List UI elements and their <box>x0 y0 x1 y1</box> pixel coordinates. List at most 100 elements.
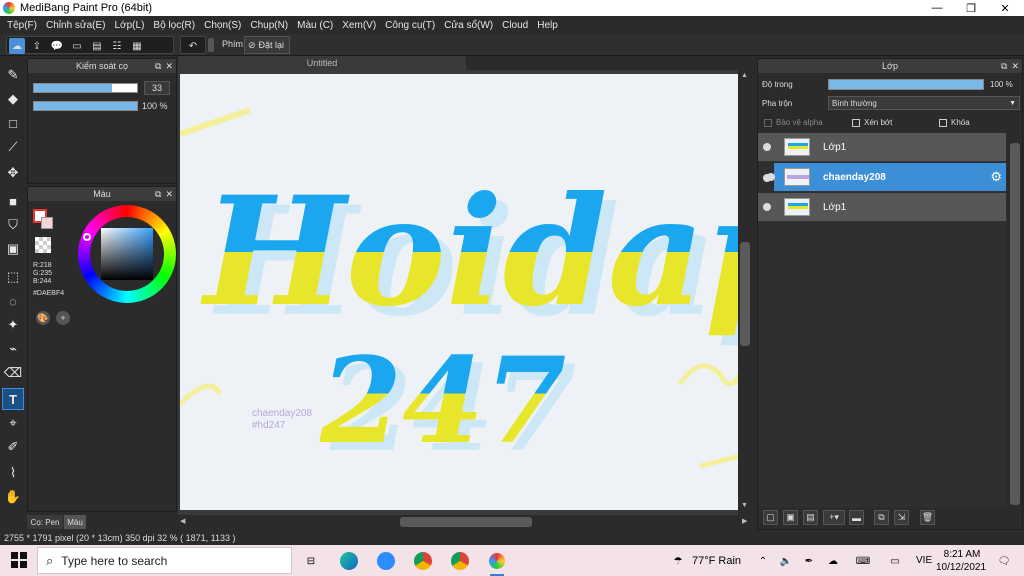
notification-icon[interactable]: 🗨 <box>993 550 1015 572</box>
menu-file[interactable]: Tệp(F) <box>4 20 43 31</box>
eye-icon[interactable] <box>763 143 771 151</box>
volume-icon[interactable]: 🔈 <box>775 550 797 572</box>
text-tool-icon[interactable]: T <box>2 388 24 410</box>
comment-icon[interactable]: 💬 <box>49 38 65 54</box>
scroll-left-icon[interactable]: ◀ <box>180 517 185 525</box>
vertical-scrollbar[interactable]: ▲ ▼ <box>738 70 752 516</box>
bucket-tool-icon[interactable]: ⛉ <box>2 214 24 236</box>
menu-edit[interactable]: Chỉnh sửa(E) <box>43 20 112 31</box>
message-icon[interactable]: ▭ <box>69 38 85 54</box>
folder-icon[interactable]: ▬ <box>849 510 864 525</box>
eraser-tool-icon[interactable]: ◆ <box>2 88 24 110</box>
select-pen-tool-icon[interactable]: ⌁ <box>2 338 24 360</box>
fill-rect-tool-icon[interactable]: ■ <box>2 190 24 212</box>
lock-checkbox[interactable] <box>939 119 947 127</box>
duplicate-layer-icon[interactable]: ⧉ <box>874 510 889 525</box>
share-icon[interactable]: ⇪ <box>29 38 45 54</box>
layer-opacity-slider[interactable] <box>828 79 984 90</box>
lasso-tool-icon[interactable]: ◌ <box>2 290 24 312</box>
protect-alpha-checkbox[interactable] <box>764 119 772 127</box>
move-tool-icon[interactable]: ✥ <box>2 162 24 184</box>
palette-add-icon[interactable]: + <box>56 311 70 325</box>
close-panel-icon[interactable]: ✕ <box>1011 61 1019 72</box>
document-tab[interactable]: Untitled <box>178 56 466 70</box>
eye-icon[interactable] <box>763 203 771 211</box>
pen-icon[interactable]: ✒ <box>798 550 820 572</box>
merge-layer-icon[interactable]: ⇲ <box>894 510 909 525</box>
close-panel-icon[interactable]: ✕ <box>165 61 173 72</box>
menu-snap[interactable]: Chụp(N) <box>247 20 294 31</box>
menu-filter[interactable]: Bộ lọc(R) <box>150 20 201 31</box>
gradient-tool-icon[interactable]: ▣ <box>2 238 24 260</box>
brush-tool-icon[interactable]: ✎ <box>2 64 24 86</box>
list-icon[interactable]: ☷ <box>109 38 125 54</box>
saturation-value-square[interactable] <box>101 228 153 280</box>
layer-row-selected[interactable]: chaenday208 ⚙ <box>767 163 1006 192</box>
artwork-canvas[interactable]: Hoidap Hoidap 247 247 chaenday208 #hd247 <box>180 74 740 510</box>
minimize-button[interactable]: — <box>920 0 954 16</box>
close-panel-icon[interactable]: ✕ <box>165 189 173 200</box>
divide-tool-icon[interactable]: ⌖ <box>2 412 24 434</box>
input-language[interactable]: VIE <box>916 555 932 566</box>
medibang-app-icon[interactable] <box>486 550 508 572</box>
horizontal-scrollbar[interactable]: ◀ ▶ <box>178 515 752 529</box>
menu-tools[interactable]: Công cụ(T) <box>382 20 441 31</box>
layer-row[interactable]: Lớp1 <box>758 193 1006 222</box>
brush-opacity-slider[interactable] <box>33 101 138 111</box>
layer-list-scrollbar[interactable] <box>1008 135 1022 507</box>
transparent-swatch[interactable] <box>35 237 51 253</box>
keyboard-icon[interactable]: ⌨ <box>852 550 874 572</box>
clock-date[interactable]: 10/12/2021 <box>935 562 987 573</box>
brush-size-slider[interactable] <box>33 83 138 93</box>
menu-view[interactable]: Xem(V) <box>339 20 382 31</box>
menu-help[interactable]: Help <box>534 20 564 31</box>
cloud-icon[interactable]: ☁ <box>9 38 25 54</box>
menu-select[interactable]: Chọn(S) <box>201 20 247 31</box>
chrome-browser-icon[interactable] <box>412 550 434 572</box>
edge-browser-icon[interactable] <box>338 550 360 572</box>
background-color-swatch[interactable] <box>41 217 53 229</box>
new-halftone-layer-icon[interactable]: ▣ <box>783 510 798 525</box>
vertical-scroll-thumb[interactable] <box>740 242 750 346</box>
weather-text[interactable]: 77°F Rain <box>692 555 741 567</box>
grid-icon[interactable]: ▦ <box>129 38 145 54</box>
menu-layer[interactable]: Lớp(L) <box>112 20 151 31</box>
menu-window[interactable]: Cửa sổ(W) <box>441 20 499 31</box>
clipping-checkbox[interactable] <box>852 119 860 127</box>
brush-size-value[interactable]: 33 <box>144 81 170 95</box>
layer-scroll-thumb[interactable] <box>1010 143 1020 505</box>
tab-color[interactable]: Màu <box>64 515 86 529</box>
new-layer-icon[interactable]: ▢ <box>763 510 778 525</box>
display-icon[interactable]: ▭ <box>884 550 906 572</box>
popout-icon[interactable]: ⧉ <box>1001 61 1007 72</box>
blur-tool-icon[interactable]: ✐ <box>2 436 24 458</box>
new-8bit-layer-icon[interactable]: ▤ <box>803 510 818 525</box>
toolbar-handle[interactable] <box>208 38 214 52</box>
add-layer-menu-icon[interactable]: +▾ <box>823 510 845 525</box>
close-button[interactable]: ✕ <box>988 0 1022 16</box>
chevron-up-icon[interactable]: ⌃ <box>752 550 774 572</box>
clock-time[interactable]: 8:21 AM <box>942 549 982 560</box>
menu-cloud[interactable]: Cloud <box>499 20 534 31</box>
scroll-down-icon[interactable]: ▼ <box>741 502 748 509</box>
canvas-area[interactable]: Hoidap Hoidap 247 247 chaenday208 #hd247 <box>178 70 752 516</box>
hand-tool-icon[interactable]: ✋ <box>2 486 24 508</box>
tab-brush[interactable]: Cọ: Pen <box>27 515 63 529</box>
page-icon[interactable]: ▤ <box>89 38 105 54</box>
palette-icon[interactable]: 🎨 <box>36 311 50 325</box>
chrome-profile-icon[interactable] <box>449 550 471 572</box>
shape-tool-icon[interactable]: □ <box>2 112 24 134</box>
popout-icon[interactable]: ⧉ <box>155 189 161 200</box>
scroll-up-icon[interactable]: ▲ <box>741 72 748 79</box>
line-tool-icon[interactable]: ⟋ <box>2 136 24 158</box>
select-rect-tool-icon[interactable]: ⬚ <box>2 266 24 288</box>
taskbar-search-box[interactable]: ⌕ Type here to search <box>37 547 292 574</box>
menu-color[interactable]: Màu (C) <box>294 20 339 31</box>
select-eraser-tool-icon[interactable]: ⌫ <box>2 362 24 384</box>
maximize-button[interactable]: ❐ <box>954 0 988 16</box>
weather-icon[interactable]: ☂ <box>668 550 688 572</box>
horizontal-scroll-thumb[interactable] <box>400 517 532 527</box>
cloud-sync-icon[interactable]: ☁ <box>822 550 844 572</box>
popout-icon[interactable]: ⧉ <box>155 61 161 72</box>
magic-wand-tool-icon[interactable]: ✦ <box>2 314 24 336</box>
